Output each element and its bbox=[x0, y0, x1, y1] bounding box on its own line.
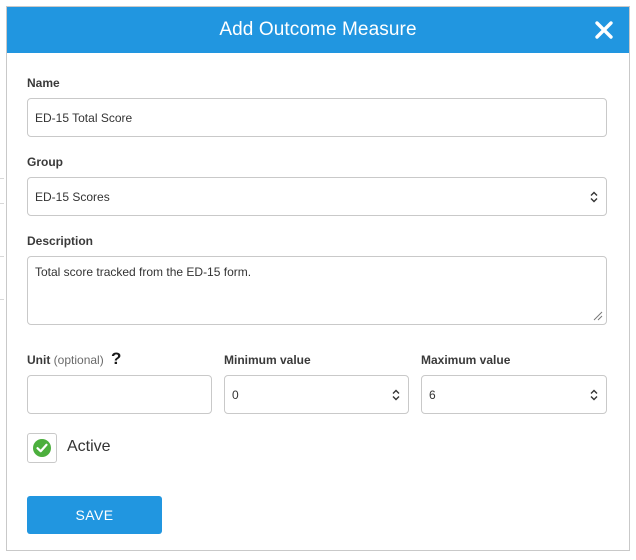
group-label: Group bbox=[27, 155, 63, 169]
close-icon bbox=[595, 21, 613, 39]
minimum-value-label: Minimum value bbox=[224, 353, 311, 367]
dialog-title: Add Outcome Measure bbox=[219, 19, 417, 40]
description-textarea-value: Total score tracked from the ED-15 form. bbox=[35, 265, 252, 279]
minimum-value-input-value: 0 bbox=[232, 388, 239, 402]
check-circle bbox=[33, 439, 51, 457]
maximum-value-input[interactable]: 6 bbox=[421, 375, 607, 414]
unit-help-icon[interactable]: ? bbox=[111, 349, 121, 369]
unit-input[interactable] bbox=[27, 375, 212, 414]
close-button[interactable] bbox=[593, 19, 615, 41]
stepper-arrows-icon[interactable] bbox=[391, 388, 401, 402]
backdrop-edge bbox=[0, 178, 4, 204]
name-label: Name bbox=[27, 76, 60, 90]
unit-optional-text: (optional) bbox=[53, 353, 104, 367]
save-button[interactable]: SAVE bbox=[27, 496, 162, 534]
checkmark-icon bbox=[36, 443, 48, 453]
stepper-arrows-icon[interactable] bbox=[589, 388, 599, 402]
name-input-value: ED-15 Total Score bbox=[35, 111, 133, 125]
dialog-header: Add Outcome Measure bbox=[7, 7, 629, 53]
active-checkbox[interactable] bbox=[27, 433, 57, 463]
group-select-value: ED-15 Scores bbox=[35, 190, 110, 204]
active-label: Active bbox=[67, 438, 111, 455]
description-label: Description bbox=[27, 234, 94, 248]
description-textarea[interactable]: Total score tracked from the ED-15 form. bbox=[27, 256, 607, 325]
resize-grip-icon[interactable] bbox=[593, 311, 603, 321]
maximum-value-input-value: 6 bbox=[429, 388, 436, 402]
maximum-value-label: Maximum value bbox=[421, 353, 511, 367]
unit-label-text: Unit bbox=[27, 353, 51, 367]
minimum-value-input[interactable]: 0 bbox=[224, 375, 409, 414]
name-input[interactable]: ED-15 Total Score bbox=[27, 98, 607, 137]
backdrop-edge bbox=[0, 256, 4, 300]
add-outcome-measure-dialog: Add Outcome Measure Name ED-15 Total Sco… bbox=[6, 6, 630, 551]
unit-label: Unit (optional) bbox=[27, 353, 104, 367]
select-arrows-icon bbox=[590, 191, 598, 202]
group-select[interactable]: ED-15 Scores bbox=[27, 177, 607, 216]
